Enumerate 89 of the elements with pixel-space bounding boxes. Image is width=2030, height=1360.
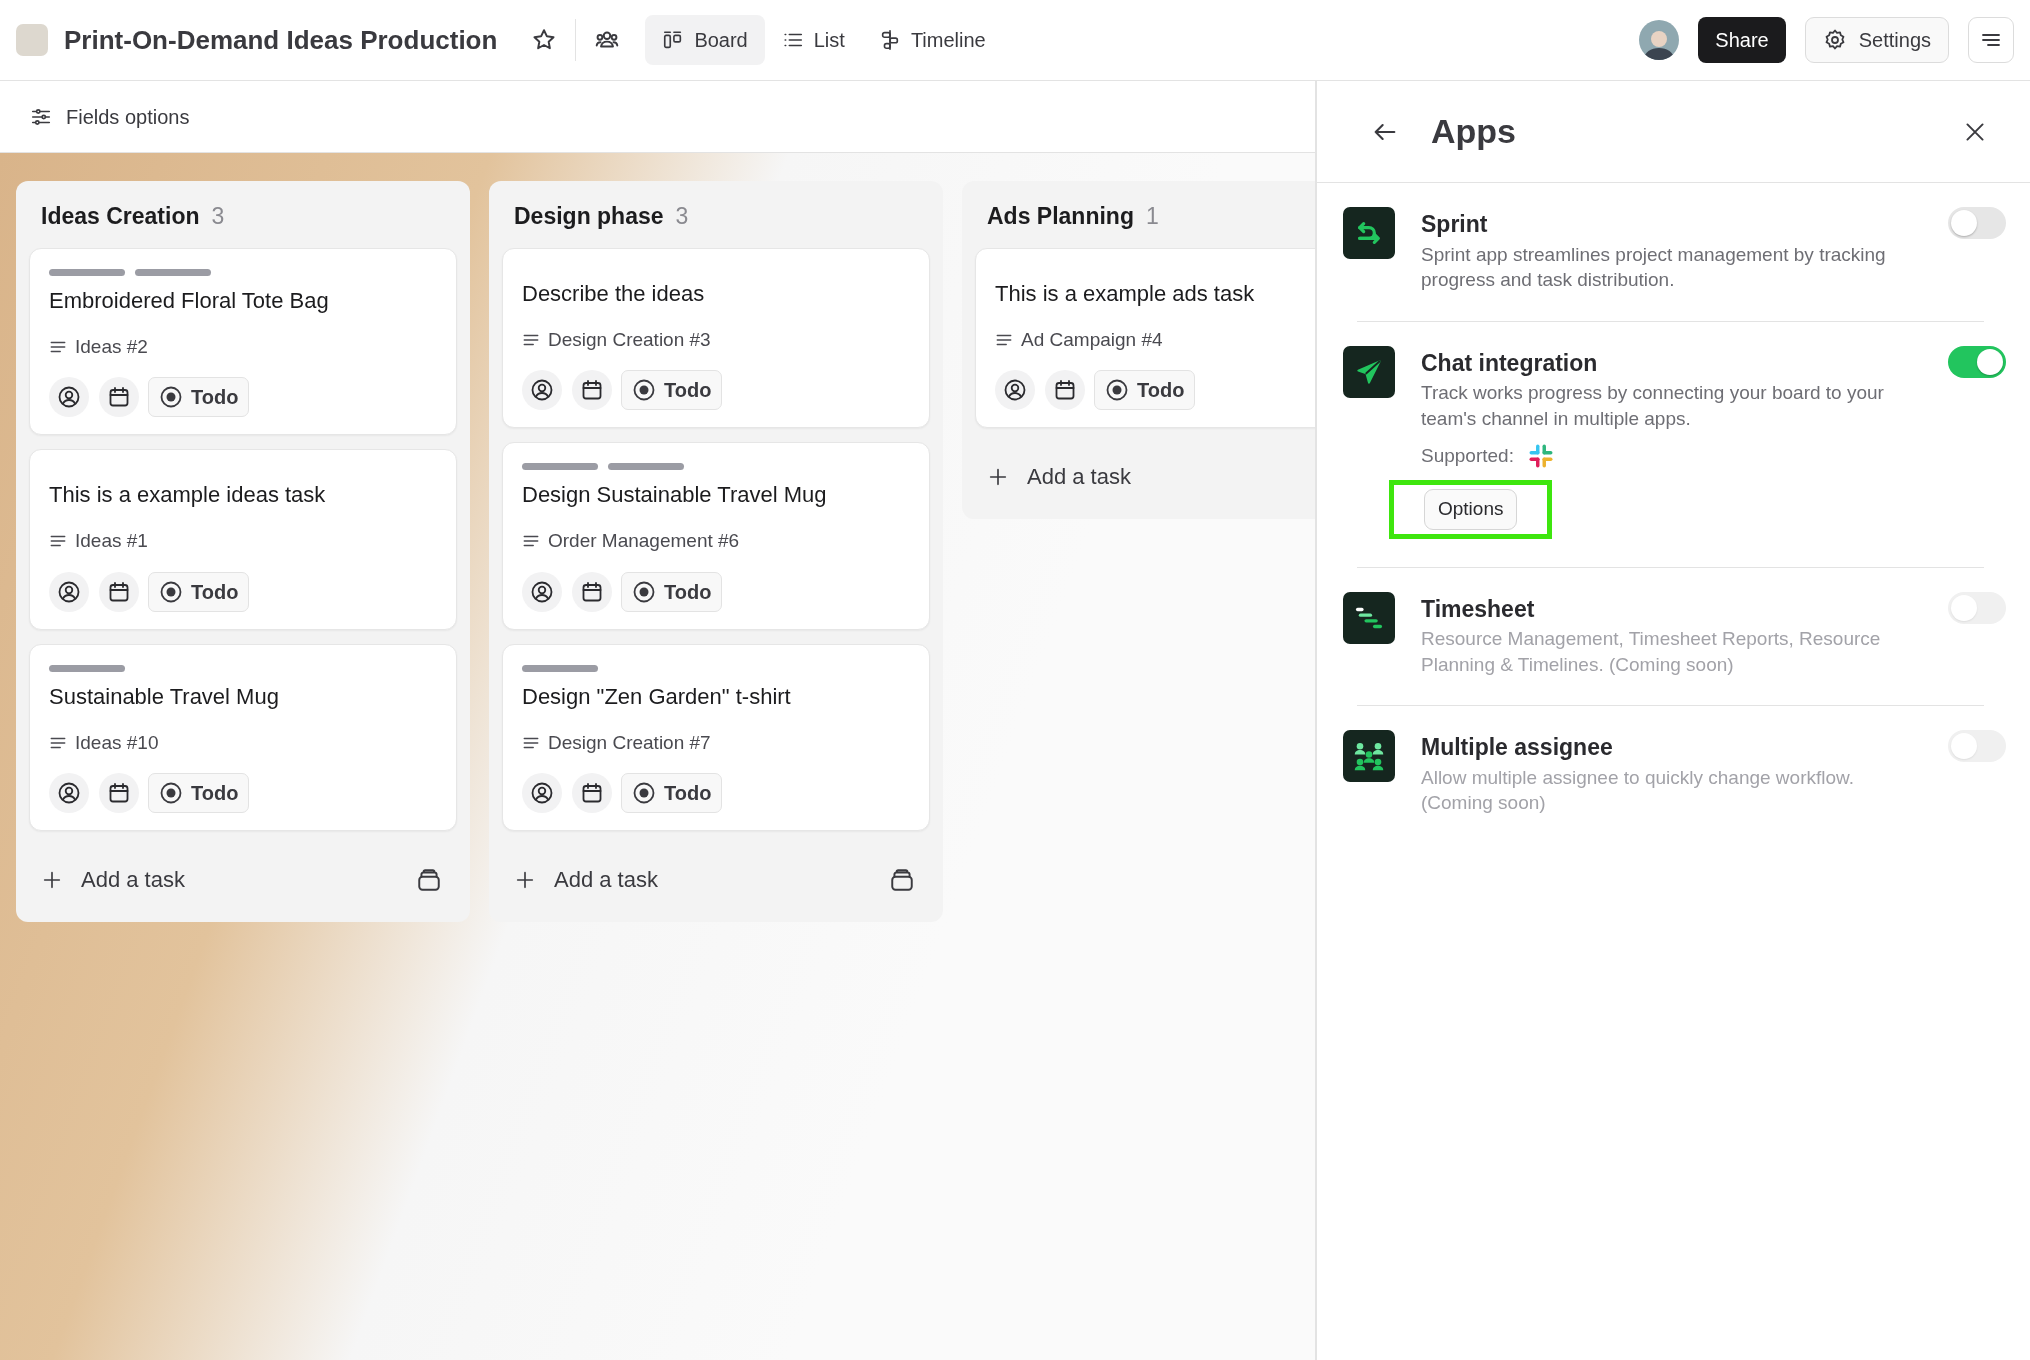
task-title: Sustainable Travel Mug xyxy=(49,682,280,711)
add-task-button[interactable]: Add a task xyxy=(29,845,197,914)
status-icon xyxy=(1105,378,1129,402)
status-icon xyxy=(632,378,656,402)
task-reference: Design Creation #7 xyxy=(548,730,711,755)
due-date-button[interactable] xyxy=(98,773,139,813)
task-count: 3 xyxy=(675,202,689,231)
task-card[interactable]: Sustainable Travel Mug Ideas #10 Todo xyxy=(29,643,457,831)
toggle-switch[interactable] xyxy=(1948,207,2006,239)
task-title: Design Sustainable Travel Mug xyxy=(522,481,828,509)
view-tab[interactable]: Timeline xyxy=(861,15,1003,65)
task-title: Design "Zen Garden" t-shirt xyxy=(522,682,792,711)
task-count: 3 xyxy=(211,202,225,231)
task-count: 1 xyxy=(1145,202,1159,231)
panel-title: Apps xyxy=(1431,111,1516,152)
task-reference: Design Creation #3 xyxy=(548,327,711,352)
project-thumbnail xyxy=(16,24,48,56)
column-title: Ads Planning xyxy=(987,202,1134,231)
status-button[interactable]: Todo xyxy=(621,773,723,813)
fields-options-button[interactable]: Fields options xyxy=(30,101,190,132)
user-avatar[interactable] xyxy=(1639,20,1680,60)
chat-app-logo-icon xyxy=(1527,442,1554,469)
task-reference: Ideas #1 xyxy=(75,529,148,553)
status-button[interactable]: Todo xyxy=(621,370,723,410)
user-icon xyxy=(57,579,81,604)
status-button[interactable]: Todo xyxy=(148,571,250,612)
app-name: Multiple assignee xyxy=(1421,733,1614,763)
task-card[interactable]: Embroidered Floral Tote Bag Ideas #2 Todo xyxy=(29,247,457,435)
task-card[interactable]: Describe the ideas Design Creation #3 Todo xyxy=(502,247,930,428)
archive-icon xyxy=(888,866,915,893)
task-title: This is a example ads task xyxy=(995,279,1256,308)
column-title: Ideas Creation xyxy=(41,202,200,231)
task-card[interactable]: Design "Zen Garden" t-shirt Design Creation #7 Todo xyxy=(502,643,930,831)
assignee-button[interactable] xyxy=(995,370,1035,410)
status-icon xyxy=(632,579,656,604)
due-date-button[interactable] xyxy=(98,377,139,417)
column-title: Design phase xyxy=(514,202,664,231)
toggle-switch[interactable] xyxy=(1948,345,2006,378)
add-task-button[interactable]: Add a task xyxy=(502,845,670,914)
user-icon xyxy=(57,385,81,409)
assignee-button[interactable] xyxy=(522,773,562,813)
app-name: Timesheet xyxy=(1421,594,1536,624)
user-icon xyxy=(530,781,554,805)
user-icon xyxy=(530,579,554,604)
project-title: Print-On-Demand Ideas Production xyxy=(64,23,498,57)
user-icon xyxy=(530,378,554,402)
options-button[interactable]: Options xyxy=(1424,489,1518,530)
menu-button[interactable] xyxy=(1968,17,2014,63)
app-description: Allow multiple assignee to quickly change workflow. (Coming soon) xyxy=(1421,765,1855,816)
share-button[interactable]: Share xyxy=(1698,17,1786,63)
task-reference: Ideas #2 xyxy=(75,334,148,359)
app-description: Resource Management, Timesheet Reports, Resource Planning & Timelines. (Coming soon) xyxy=(1421,627,1882,677)
task-title: Describe the ideas xyxy=(522,279,706,308)
task-card[interactable]: This is a example ads task Ad Campaign #4 Todo xyxy=(975,247,1315,428)
app-description: Track works progress by connecting your board to your team's channel in multiple apps. xyxy=(1421,381,1885,431)
status-button[interactable]: Todo xyxy=(1094,370,1196,410)
status-button[interactable]: Todo xyxy=(148,377,250,417)
assignee-button[interactable] xyxy=(522,571,562,612)
user-icon xyxy=(1003,378,1027,402)
status-icon xyxy=(632,781,656,805)
task-card[interactable]: Design Sustainable Travel Mug Order Management #6 Todo xyxy=(502,442,930,630)
view-tab[interactable]: List xyxy=(764,15,862,65)
archive-icon xyxy=(415,866,442,893)
assignee-button[interactable] xyxy=(49,571,89,612)
settings-button[interactable]: Settings xyxy=(1804,17,1949,63)
status-icon xyxy=(159,579,183,604)
app-name: Chat integration xyxy=(1421,348,1599,378)
assignee-button[interactable] xyxy=(49,773,89,813)
assignee-button[interactable] xyxy=(522,370,562,410)
supported-label: Supported: xyxy=(1421,443,1514,468)
status-icon xyxy=(159,385,183,409)
status-button[interactable]: Todo xyxy=(148,773,250,813)
status-button[interactable]: Todo xyxy=(621,571,723,612)
due-date-button[interactable] xyxy=(571,370,612,410)
task-reference: Ad Campaign #4 xyxy=(1021,327,1163,352)
task-reference: Ideas #10 xyxy=(75,730,159,755)
user-icon xyxy=(57,781,81,805)
due-date-button[interactable] xyxy=(571,773,612,813)
task-card[interactable]: This is a example ideas task Ideas #1 Todo xyxy=(29,449,457,630)
add-task-button[interactable]: Add a task xyxy=(975,442,1143,511)
status-icon xyxy=(159,781,183,805)
view-tab[interactable]: Board xyxy=(645,15,765,65)
task-title: This is a example ideas task xyxy=(49,481,327,509)
task-reference: Order Management #6 xyxy=(548,529,740,553)
app-name: Sprint xyxy=(1421,210,1489,239)
assignee-button[interactable] xyxy=(49,377,89,417)
due-date-button[interactable] xyxy=(1044,370,1085,410)
task-title: Embroidered Floral Tote Bag xyxy=(49,286,330,315)
app-description: Sprint app streamlines project management by tracking progress and task distribution. xyxy=(1421,242,1887,293)
